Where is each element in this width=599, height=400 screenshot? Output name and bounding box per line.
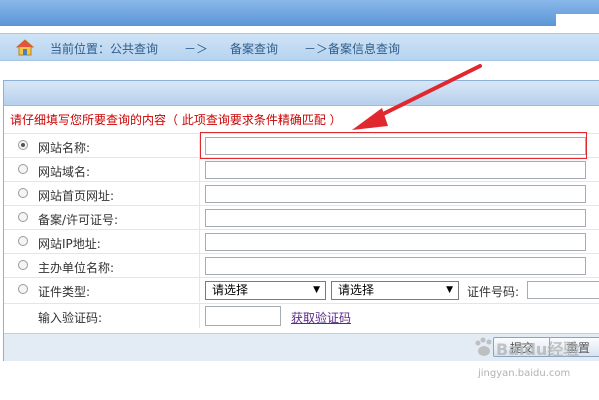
- radio-site-ip[interactable]: [18, 236, 28, 246]
- row-site-domain: 网站域名:: [4, 157, 599, 182]
- panel-header: [4, 81, 599, 106]
- column-divider: [199, 278, 200, 302]
- label-captcha: 输入验证码:: [38, 311, 103, 325]
- header-edge: [556, 14, 599, 26]
- form-instruction: 请仔细填写您所要查询的内容（ 此项查询要求条件精确匹配 ）: [10, 113, 342, 127]
- row-license-number: 备案/许可证号:: [4, 205, 599, 230]
- cert-subtype-select-value: 请选择: [338, 283, 375, 297]
- label-sponsor-name: 主办单位名称:: [38, 261, 115, 275]
- radio-cert-type[interactable]: [18, 284, 28, 294]
- site-domain-input[interactable]: [205, 161, 586, 179]
- breadcrumb: 当前位置：公共查询 －＞ 备案查询 －＞备案信息查询: [0, 33, 599, 61]
- row-sponsor-name: 主办单位名称:: [4, 253, 599, 278]
- radio-site-name[interactable]: [18, 140, 28, 150]
- label-license-number: 备案/许可证号:: [38, 213, 119, 227]
- label-cert-number: 证件号码:: [467, 285, 520, 299]
- column-divider: [199, 304, 200, 328]
- label-homepage-url: 网站首页网址:: [38, 189, 115, 203]
- label-cert-type: 证件类型:: [38, 285, 91, 299]
- column-divider: [199, 182, 200, 206]
- homepage-url-input[interactable]: [205, 185, 586, 203]
- home-icon: [16, 39, 34, 56]
- paw-icon: [475, 337, 492, 356]
- column-divider: [199, 158, 200, 182]
- annotation-arrow: [352, 64, 482, 130]
- label-site-ip: 网站IP地址:: [38, 237, 101, 251]
- column-divider: [199, 206, 200, 230]
- row-captcha: 输入验证码: 获取验证码: [4, 303, 599, 328]
- query-panel: 请仔细填写您所要查询的内容（ 此项查询要求条件精确匹配 ） 网站名称: 网站域名…: [3, 80, 599, 361]
- radio-license-number[interactable]: [18, 212, 28, 222]
- row-cert-type: 证件类型: 请选择 ▼ 请选择 ▼ 证件号码:: [4, 277, 599, 302]
- dropdown-arrow-icon: ▼: [313, 285, 320, 295]
- get-captcha-link[interactable]: 获取验证码: [291, 309, 351, 326]
- row-site-ip: 网站IP地址:: [4, 229, 599, 254]
- cert-subtype-select[interactable]: 请选择 ▼: [331, 281, 459, 300]
- radio-sponsor-name[interactable]: [18, 260, 28, 270]
- row-homepage-url: 网站首页网址:: [4, 181, 599, 206]
- radio-site-domain[interactable]: [18, 164, 28, 174]
- column-divider: [199, 230, 200, 254]
- top-header-bar: [0, 0, 599, 26]
- watermark-url: jingyan.baidu.com: [478, 368, 571, 379]
- license-number-input[interactable]: [205, 209, 586, 227]
- sponsor-name-input[interactable]: [205, 257, 586, 275]
- label-site-domain: 网站域名:: [38, 165, 91, 179]
- cert-type-select[interactable]: 请选择 ▼: [205, 281, 326, 300]
- label-site-name: 网站名称:: [38, 141, 91, 155]
- breadcrumb-item-filing-query[interactable]: 备案查询: [230, 40, 278, 57]
- breadcrumb-location: 当前位置：公共查询: [50, 42, 159, 56]
- cert-number-input[interactable]: [527, 281, 599, 299]
- dropdown-arrow-icon: ▼: [446, 285, 453, 295]
- site-ip-input[interactable]: [205, 233, 586, 251]
- captcha-input[interactable]: [205, 306, 281, 326]
- watermark: Baidu经验 jingyan.baidu.com: [470, 332, 595, 384]
- cert-type-select-value: 请选择: [212, 283, 249, 297]
- watermark-text: Baidu经验: [496, 340, 580, 359]
- radio-homepage-url[interactable]: [18, 188, 28, 198]
- breadcrumb-separator: －＞: [184, 42, 209, 56]
- column-divider: [199, 254, 200, 278]
- breadcrumb-item-filing-info-query[interactable]: －＞备案信息查询: [304, 40, 400, 57]
